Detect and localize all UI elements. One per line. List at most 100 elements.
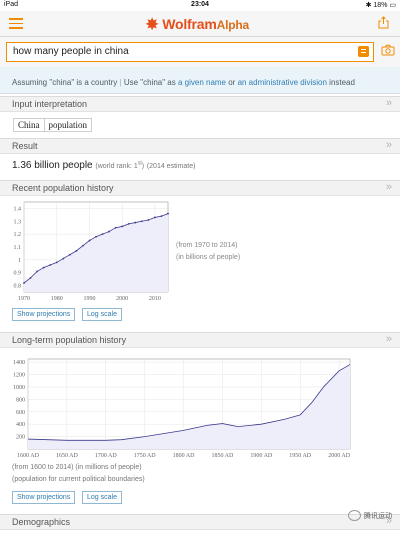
y-tick-label: 1200 bbox=[13, 373, 25, 379]
battery-percent: 18% bbox=[373, 2, 388, 9]
double-chevron-icon[interactable]: » bbox=[386, 181, 392, 193]
data-point bbox=[82, 244, 84, 247]
assumption-bar: Assuming "china" is a country | Use "chi… bbox=[0, 67, 400, 94]
x-tick-label: 1750 AD bbox=[134, 453, 157, 459]
y-tick-label: 1000 bbox=[13, 385, 25, 391]
y-tick-label: 1.1 bbox=[14, 245, 22, 251]
world-rank-text: (world rank: 1 bbox=[95, 163, 138, 170]
watermark: 腾讯运动 bbox=[348, 510, 392, 521]
battery-icon: ▭ bbox=[389, 2, 396, 9]
data-point bbox=[108, 230, 110, 233]
x-tick-label: 1800 AD bbox=[173, 453, 196, 459]
share-icon[interactable] bbox=[378, 16, 389, 29]
double-chevron-icon[interactable]: » bbox=[386, 139, 392, 151]
result-value: 1.36 billion people bbox=[12, 160, 93, 171]
world-rank: (world rank: 1st) bbox=[95, 161, 145, 170]
show-projections-button[interactable]: Show projections bbox=[12, 491, 76, 504]
x-tick-label: 2000 AD bbox=[328, 453, 351, 459]
data-point bbox=[68, 253, 71, 256]
camera-icon[interactable] bbox=[381, 44, 395, 56]
show-projections-button[interactable]: Show projections bbox=[12, 308, 76, 321]
range-note: (from 1970 to 2014) bbox=[176, 242, 238, 249]
data-point bbox=[62, 257, 65, 260]
boundaries-note: (population for current political bounda… bbox=[12, 476, 145, 483]
data-point bbox=[160, 215, 163, 218]
x-tick-label: 1600 AD bbox=[17, 453, 40, 459]
interpretation-chip-population: population bbox=[44, 118, 92, 132]
y-tick-label: 200 bbox=[16, 435, 25, 441]
section-title: Input interpretation bbox=[12, 99, 88, 109]
assumption-text: Assuming "china" is a country bbox=[12, 78, 118, 87]
recent-population-notes: (from 1970 to 2014) (in billions of peop… bbox=[176, 240, 240, 264]
result-header[interactable]: Result » bbox=[0, 138, 400, 154]
data-point bbox=[154, 216, 156, 219]
range-note: (from 1600 to 2014) (in millions of peop… bbox=[12, 464, 142, 471]
wolframalpha-logo: ✸ WolframAlpha bbox=[145, 14, 249, 34]
data-point bbox=[29, 276, 32, 279]
units-note: (in billions of people) bbox=[176, 254, 241, 261]
recent-population-header[interactable]: Recent population history » bbox=[0, 180, 400, 196]
y-tick-label: 0.8 bbox=[14, 284, 22, 290]
world-rank-close: ) bbox=[141, 163, 145, 170]
double-chevron-icon[interactable]: » bbox=[386, 97, 392, 109]
battery-label: ✱ 18% ▭ bbox=[366, 1, 396, 9]
data-point bbox=[55, 261, 58, 264]
given-name-link[interactable]: a given name bbox=[178, 78, 226, 87]
search-input[interactable] bbox=[13, 46, 343, 57]
x-tick-label: 2000 bbox=[116, 296, 128, 302]
y-tick-label: 600 bbox=[16, 410, 25, 416]
y-tick-label: 1 bbox=[18, 258, 21, 264]
x-tick-label: 2010 bbox=[149, 296, 161, 302]
y-tick-label: 800 bbox=[16, 397, 25, 403]
demographics-header[interactable]: Demographics » bbox=[0, 514, 400, 530]
wolfram-star-icon: ✸ bbox=[145, 14, 160, 34]
assumption-suffix: instead bbox=[326, 78, 355, 87]
equals-icon[interactable] bbox=[358, 46, 369, 57]
y-tick-label: 0.9 bbox=[14, 271, 22, 277]
x-tick-label: 1900 AD bbox=[250, 453, 273, 459]
wechat-icon bbox=[348, 510, 361, 521]
log-scale-button[interactable]: Log scale bbox=[82, 491, 122, 504]
data-point bbox=[49, 264, 52, 266]
long-term-population-header[interactable]: Long-term population history » bbox=[0, 332, 400, 348]
long-term-population-chart: 1600 AD 1650 AD 1700 AD 1750 AD 1800 AD 1850 … bbox=[13, 358, 351, 459]
data-point bbox=[167, 212, 169, 215]
result-pod: 1.36 billion people (world rank: 1st) (2… bbox=[12, 160, 195, 171]
data-point bbox=[36, 270, 38, 273]
data-point bbox=[88, 239, 91, 242]
x-tick-label: 1700 AD bbox=[95, 453, 118, 459]
administrative-division-link[interactable]: an administrative division bbox=[238, 78, 327, 87]
assumption-use-text: Use "china" as bbox=[123, 78, 178, 87]
y-tick-label: 1.2 bbox=[14, 232, 22, 238]
long-term-population-notes: (from 1600 to 2014) (in millions of peop… bbox=[12, 462, 145, 486]
log-scale-button[interactable]: Log scale bbox=[82, 308, 122, 321]
estimate-note: (2014 estimate) bbox=[146, 163, 196, 170]
search-box bbox=[6, 42, 374, 62]
section-title: Result bbox=[12, 141, 38, 151]
app-header: ✸ WolframAlpha bbox=[0, 11, 400, 37]
data-point bbox=[114, 226, 117, 229]
data-point bbox=[101, 233, 104, 236]
recent-population-chart: 1970 1980 1990 2000 2010 0.8 1 1.2 1.4 0.9 1.1 1.3 bbox=[14, 201, 169, 302]
logo-alpha: Alpha bbox=[216, 18, 250, 32]
interpretation-chip-china: China bbox=[13, 118, 45, 132]
data-point bbox=[127, 222, 130, 225]
x-tick-label: 1980 bbox=[51, 296, 63, 302]
watermark-text: 腾讯运动 bbox=[364, 512, 392, 520]
data-point bbox=[134, 221, 137, 224]
data-point bbox=[147, 219, 150, 221]
x-tick-label: 1950 AD bbox=[289, 453, 312, 459]
data-point bbox=[23, 282, 25, 284]
double-chevron-icon[interactable]: » bbox=[386, 333, 392, 345]
input-interpretation-header[interactable]: Input interpretation » bbox=[0, 96, 400, 112]
y-tick-label: 400 bbox=[16, 422, 25, 428]
y-tick-label: 1.4 bbox=[14, 206, 22, 212]
section-title: Recent population history bbox=[12, 183, 114, 193]
menu-icon[interactable] bbox=[9, 18, 23, 29]
x-tick-label: 1850 AD bbox=[212, 453, 235, 459]
data-point bbox=[75, 249, 78, 252]
logo-wolfram: Wolfram bbox=[162, 16, 217, 32]
status-bar: iPad 23:04 ✱ 18% ▭ bbox=[0, 0, 400, 11]
data-point bbox=[140, 220, 143, 223]
search-bar bbox=[0, 37, 400, 67]
